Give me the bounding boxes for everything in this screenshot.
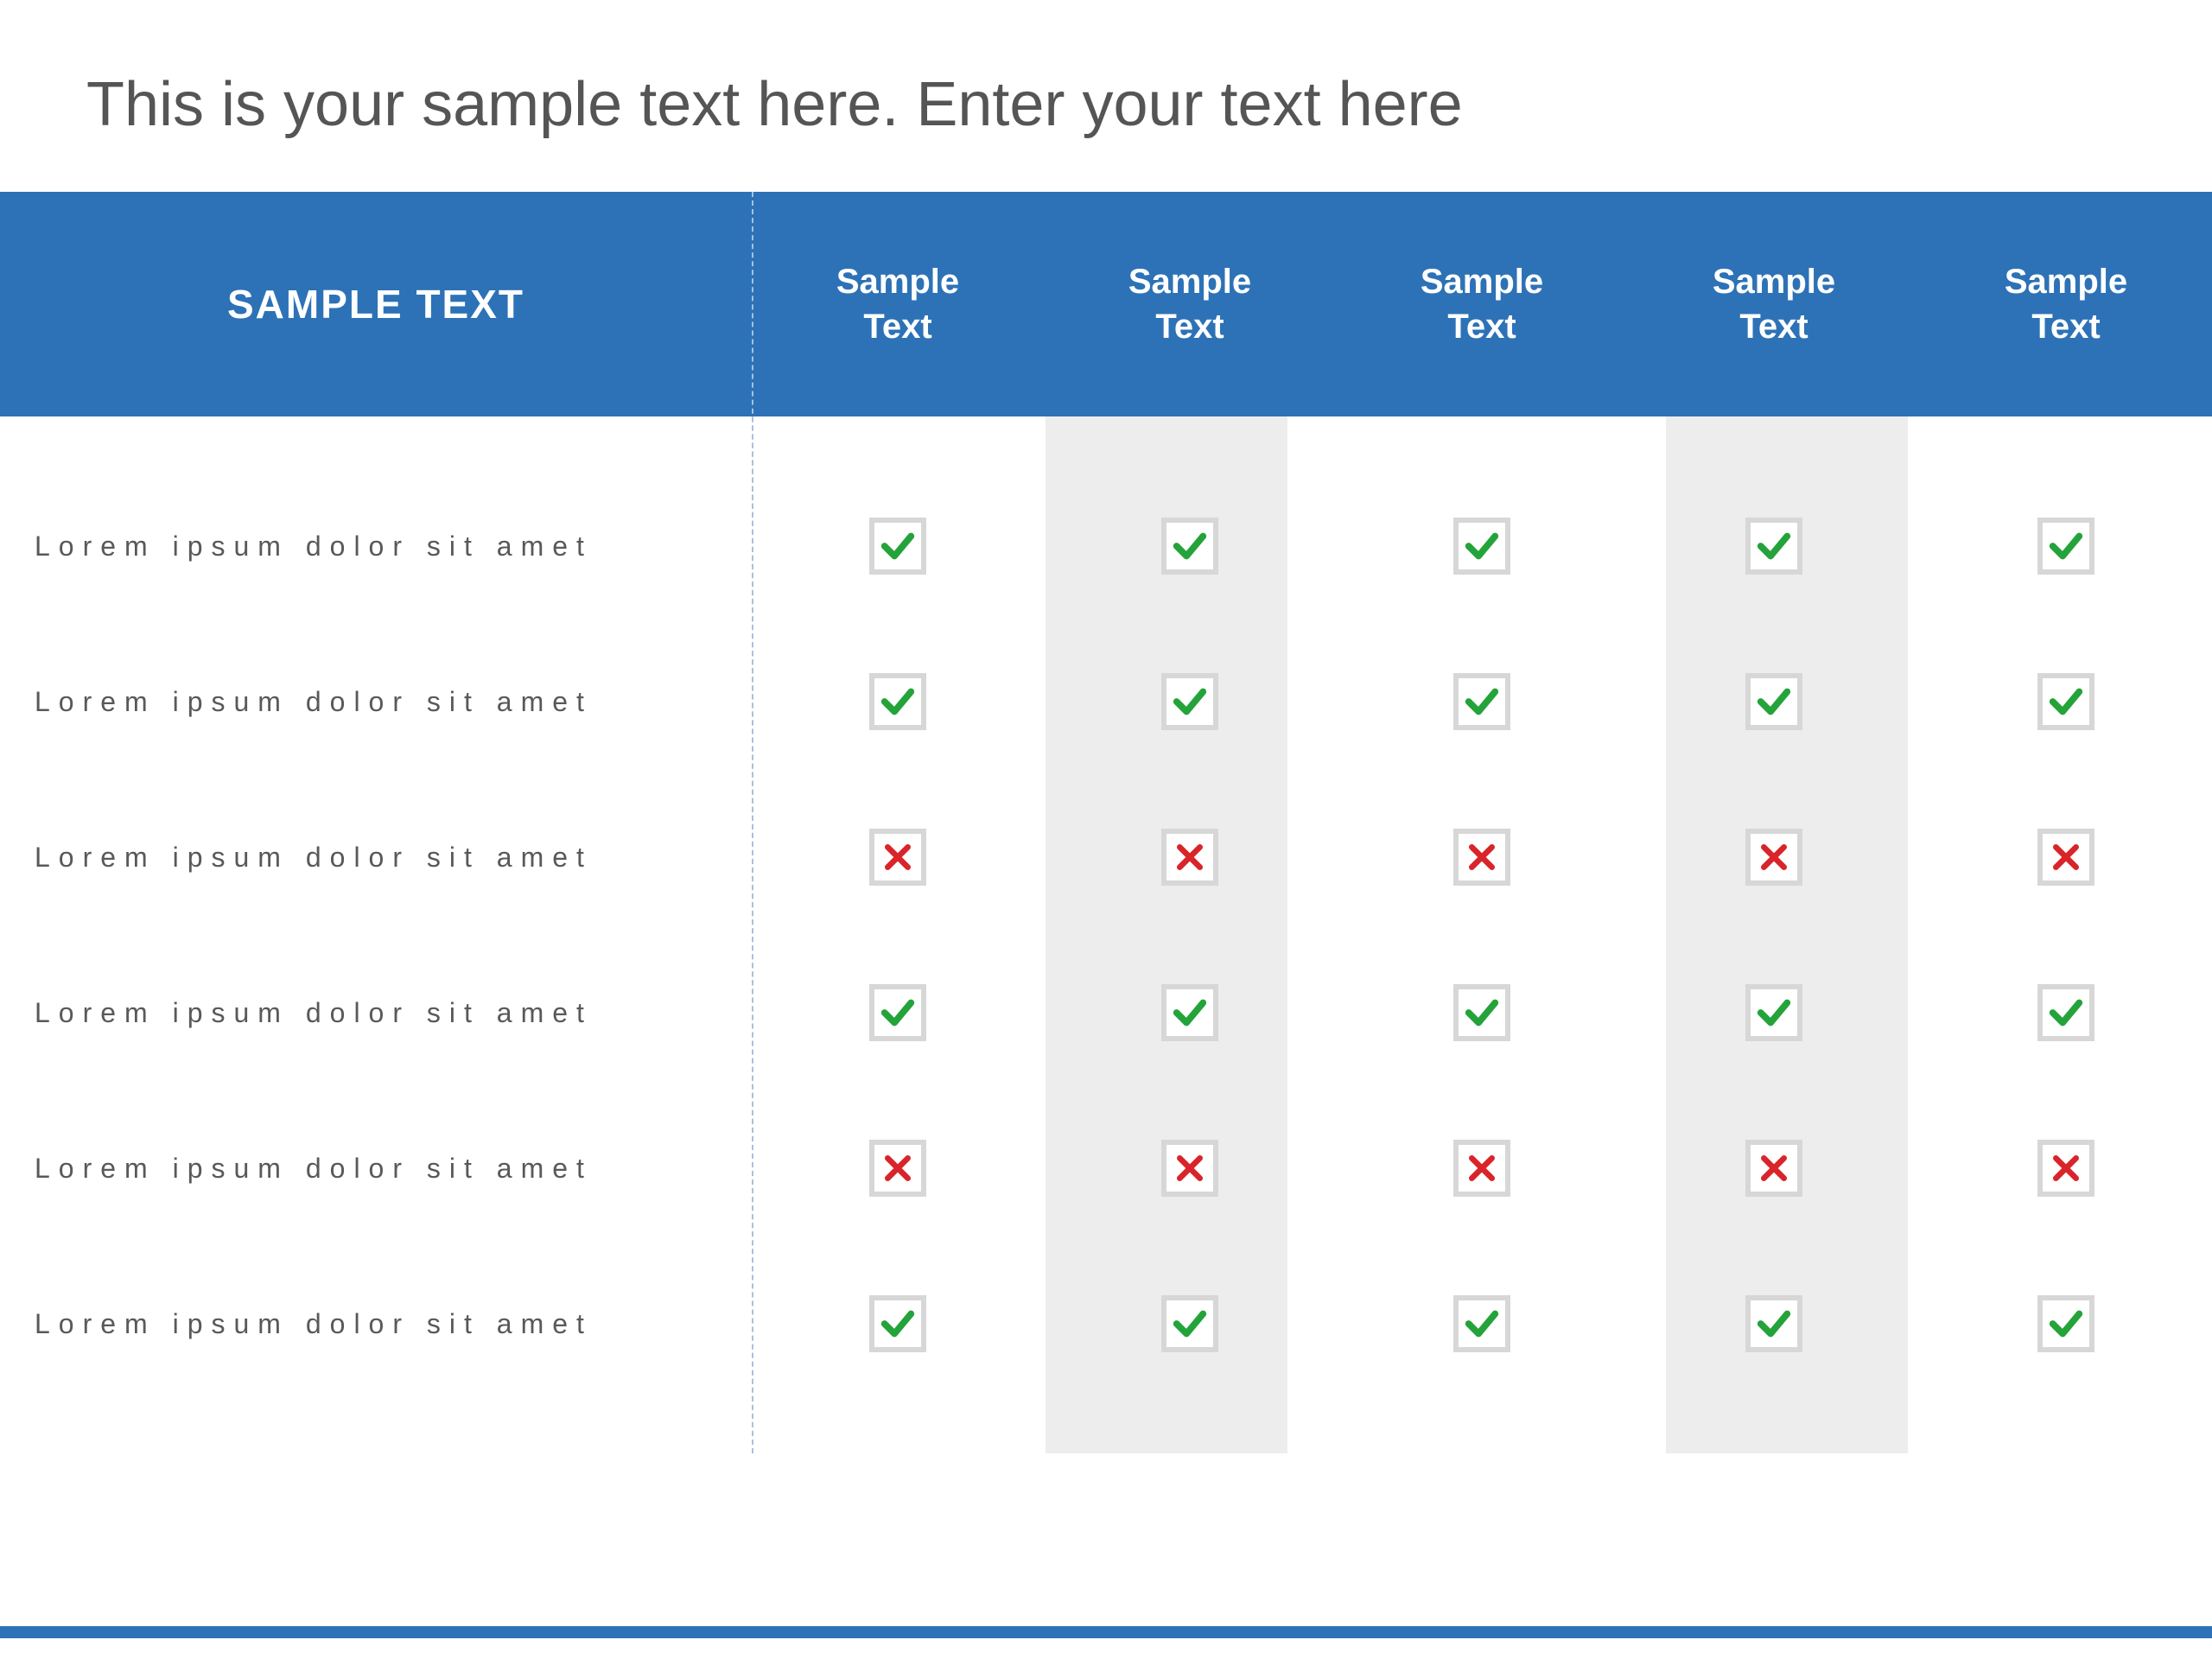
comparison-table: SAMPLE TEXT SampleText SampleText Sample… (0, 192, 2212, 1453)
check-icon (1745, 984, 1802, 1041)
table-cell (1044, 1295, 1336, 1352)
table-cell (1336, 1295, 1628, 1352)
table-cell (1920, 984, 2212, 1041)
table-cell (1920, 1140, 2212, 1197)
check-icon (869, 673, 926, 730)
table-cell (1628, 829, 1920, 886)
table-cell (752, 673, 1044, 730)
check-icon (1453, 673, 1510, 730)
footer-accent-bar (0, 1626, 2212, 1638)
cross-icon (1161, 829, 1218, 886)
table-cell (1336, 1140, 1628, 1197)
table-cell (1044, 829, 1336, 886)
table-row: Lorem ipsum dolor sit amet (0, 935, 2212, 1090)
cross-icon (869, 829, 926, 886)
table-cell (1920, 518, 2212, 575)
table-cell (1920, 1295, 2212, 1352)
check-icon (2037, 984, 2094, 1041)
row-label: Lorem ipsum dolor sit amet (0, 1308, 752, 1340)
table-cell (1628, 1140, 1920, 1197)
check-icon (869, 984, 926, 1041)
row-label: Lorem ipsum dolor sit amet (0, 686, 752, 718)
table-cell (1628, 673, 1920, 730)
check-icon (2037, 518, 2094, 575)
check-icon (2037, 1295, 2094, 1352)
cross-icon (1453, 829, 1510, 886)
table-cell (1044, 673, 1336, 730)
header-main: SAMPLE TEXT (0, 281, 752, 327)
table-cell (1628, 518, 1920, 575)
check-icon (1745, 673, 1802, 730)
check-icon (1453, 1295, 1510, 1352)
check-icon (2037, 673, 2094, 730)
check-icon (1161, 984, 1218, 1041)
table-cell (1336, 518, 1628, 575)
header-col-1: SampleText (1044, 259, 1336, 349)
table-cell (1628, 984, 1920, 1041)
table-row: Lorem ipsum dolor sit amet (0, 468, 2212, 624)
check-icon (869, 1295, 926, 1352)
table-cell (1044, 518, 1336, 575)
slide: This is your sample text here. Enter you… (0, 0, 2212, 1659)
header-col-3: SampleText (1628, 259, 1920, 349)
check-icon (1161, 1295, 1218, 1352)
table-cell (752, 1140, 1044, 1197)
header-col-4: SampleText (1920, 259, 2212, 349)
table-row: Lorem ipsum dolor sit amet (0, 1246, 2212, 1402)
cross-icon (1453, 1140, 1510, 1197)
check-icon (869, 518, 926, 575)
table-cell (1920, 673, 2212, 730)
table-cell (1628, 1295, 1920, 1352)
check-icon (1161, 673, 1218, 730)
table-cell (1336, 984, 1628, 1041)
check-icon (1453, 518, 1510, 575)
header-col-2: SampleText (1336, 259, 1628, 349)
check-icon (1745, 1295, 1802, 1352)
cross-icon (1745, 1140, 1802, 1197)
check-icon (1745, 518, 1802, 575)
table-cell (1044, 1140, 1336, 1197)
table-cell (752, 829, 1044, 886)
table-cell (752, 1295, 1044, 1352)
cross-icon (1161, 1140, 1218, 1197)
row-label: Lorem ipsum dolor sit amet (0, 531, 752, 563)
header-col-0: SampleText (752, 259, 1044, 349)
table-cell (752, 518, 1044, 575)
table-header-row: SAMPLE TEXT SampleText SampleText Sample… (0, 192, 2212, 416)
table-cell (1044, 984, 1336, 1041)
table-row: Lorem ipsum dolor sit amet (0, 779, 2212, 935)
vertical-divider (752, 192, 753, 1453)
cross-icon (2037, 829, 2094, 886)
table-row: Lorem ipsum dolor sit amet (0, 624, 2212, 779)
row-label: Lorem ipsum dolor sit amet (0, 842, 752, 874)
table-cell (1920, 829, 2212, 886)
table-row: Lorem ipsum dolor sit amet (0, 1090, 2212, 1246)
table-body: Lorem ipsum dolor sit amet Lorem ipsum do… (0, 416, 2212, 1453)
table-cell (1336, 829, 1628, 886)
table-cell (1336, 673, 1628, 730)
cross-icon (1745, 829, 1802, 886)
check-icon (1453, 984, 1510, 1041)
check-icon (1161, 518, 1218, 575)
row-label: Lorem ipsum dolor sit amet (0, 997, 752, 1029)
slide-title: This is your sample text here. Enter you… (0, 69, 2212, 192)
cross-icon (869, 1140, 926, 1197)
cross-icon (2037, 1140, 2094, 1197)
row-label: Lorem ipsum dolor sit amet (0, 1153, 752, 1185)
table-cell (752, 984, 1044, 1041)
